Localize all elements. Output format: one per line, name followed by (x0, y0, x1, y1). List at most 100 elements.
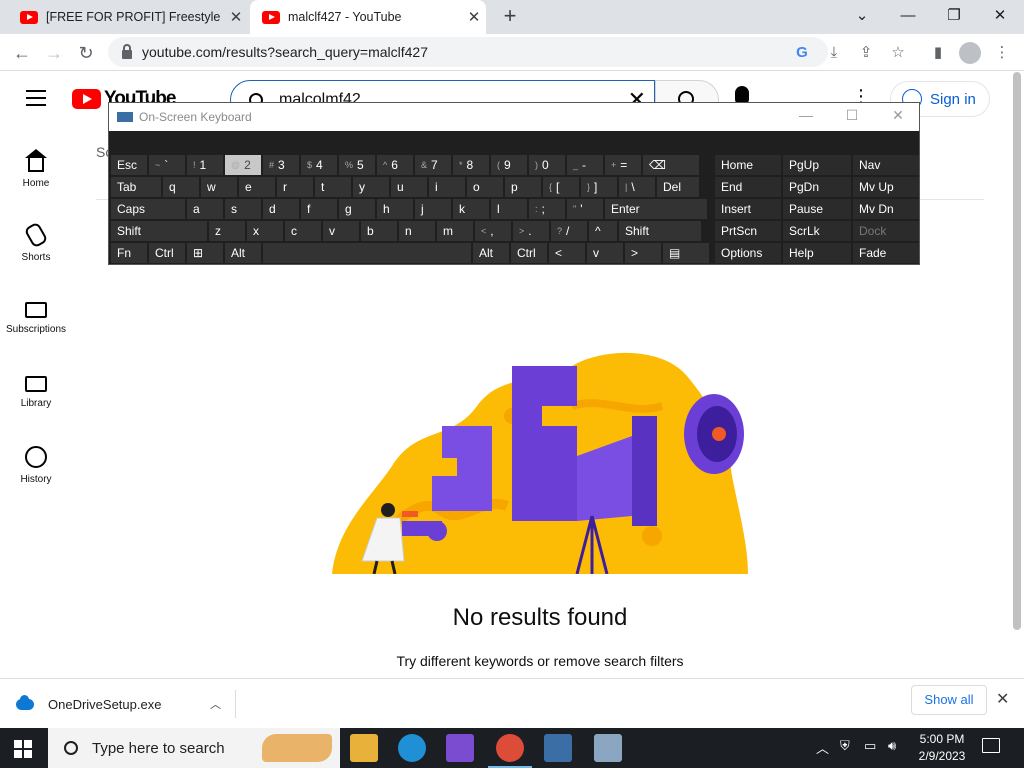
osk-key[interactable]: s (225, 199, 261, 219)
osk-nav-key[interactable]: Home (715, 155, 781, 175)
osk-key[interactable]: $4 (301, 155, 337, 175)
osk-nav-key[interactable]: PrtScn (715, 221, 781, 241)
osk-key[interactable]: ! 1 (187, 155, 223, 175)
osk-maximize-button[interactable]: ☐ (837, 107, 867, 127)
osk-nav-key[interactable]: PgDn (783, 177, 851, 197)
osk-key[interactable]: w (201, 177, 237, 197)
osk-key[interactable]: t (315, 177, 351, 197)
osk-nav-key[interactable]: Pause (783, 199, 851, 219)
restore-window-button[interactable]: ❐ (934, 2, 974, 30)
osk-key[interactable]: Ctrl (149, 243, 185, 263)
osk-key[interactable]: o (467, 177, 503, 197)
osk-key[interactable]: k (453, 199, 489, 219)
osk-key[interactable]: Alt (225, 243, 261, 263)
edge-browser-icon[interactable] (398, 734, 426, 762)
osk-nav-key[interactable]: Mv Dn (853, 199, 919, 219)
osk-key[interactable]: > (625, 243, 661, 263)
osk-key[interactable]: a (187, 199, 223, 219)
address-bar[interactable]: youtube.com/results?search_query=malclf4… (108, 37, 828, 67)
osk-key[interactable]: Caps (111, 199, 185, 219)
osk-key[interactable]: ) 0 (529, 155, 565, 175)
osk-key[interactable]: Ctrl (511, 243, 547, 263)
close-tab-icon[interactable]: ✕ (224, 8, 248, 26)
osk-key[interactable] (263, 243, 471, 263)
osk-key[interactable]: {[ (543, 177, 579, 197)
osk-nav-key[interactable]: Insert (715, 199, 781, 219)
osk-key[interactable]: Shift (111, 221, 207, 241)
guide-menu-icon[interactable] (26, 90, 46, 106)
show-all-button[interactable]: Show all (911, 685, 987, 715)
osk-key[interactable]: #3 (263, 155, 299, 175)
osk-key[interactable]: v (587, 243, 623, 263)
osk-key[interactable]: e (239, 177, 275, 197)
osk-nav-key[interactable]: Dock (853, 221, 919, 241)
osk-key[interactable]: v (323, 221, 359, 241)
chrome-taskbar-icon[interactable] (488, 734, 532, 768)
close-window-button[interactable]: ✕ (980, 2, 1020, 30)
share-icon[interactable]: ⇪ (854, 41, 878, 65)
osk-key[interactable]: ~ ` (149, 155, 185, 175)
osk-key[interactable]: <, (475, 221, 511, 241)
osk-key[interactable]: q (163, 177, 199, 197)
profile-icon[interactable] (958, 41, 982, 65)
osk-key[interactable]: Esc (111, 155, 147, 175)
tab-search-button[interactable]: ⌄ (842, 2, 882, 30)
osk-nav-key[interactable]: ScrLk (783, 221, 851, 241)
network-icon[interactable]: ▭ (864, 738, 876, 754)
osk-key[interactable]: Fn (111, 243, 147, 263)
osk-key[interactable]: Tab (111, 177, 161, 197)
osk-nav-key[interactable]: Fade (853, 243, 919, 263)
volume-icon[interactable]: 🔊︎ (888, 738, 896, 754)
osk-key[interactable]: + = (605, 155, 641, 175)
osk-key[interactable]: n (399, 221, 435, 241)
show-hidden-icons-chevron-icon[interactable]: ︿ (816, 738, 829, 757)
osk-key[interactable]: >. (513, 221, 549, 241)
osk-key[interactable]: x (247, 221, 283, 241)
osk-key[interactable]: | \ (619, 177, 655, 197)
osk-key[interactable]: ^ 6 (377, 155, 413, 175)
osk-key[interactable]: }] (581, 177, 617, 197)
osk-key[interactable]: z (209, 221, 245, 241)
tab-freestyle-beat[interactable]: [FREE FOR PROFIT] Freestyle Beat ✕ (8, 0, 248, 34)
osk-key[interactable]: ^ (589, 221, 617, 241)
osk-key[interactable]: d (263, 199, 299, 219)
taskbar-search-box[interactable]: Type here to search (48, 728, 340, 768)
osk-nav-key[interactable]: Mv Up (853, 177, 919, 197)
side-panel-icon[interactable]: ▮ (926, 41, 950, 65)
osk-key[interactable]: f (301, 199, 337, 219)
osk-close-button[interactable]: ✕ (883, 107, 913, 127)
osk-key[interactable]: j (415, 199, 451, 219)
guide-item-subscriptions[interactable]: Subscriptions (0, 298, 72, 335)
osk-key[interactable]: i (429, 177, 465, 197)
osk-key[interactable]: r (277, 177, 313, 197)
chrome-menu-icon[interactable]: ⋮ (990, 41, 1014, 65)
file-explorer-icon[interactable] (350, 734, 378, 762)
osk-nav-key[interactable]: Help (783, 243, 851, 263)
minimize-window-button[interactable]: — (888, 2, 928, 30)
guide-item-shorts[interactable]: Shorts (0, 221, 72, 263)
osk-key[interactable]: b (361, 221, 397, 241)
close-tab-icon[interactable]: ✕ (462, 8, 486, 26)
guide-item-library[interactable]: Library (0, 372, 72, 409)
osk-key[interactable]: y (353, 177, 389, 197)
osk-key[interactable]: Shift (619, 221, 701, 241)
osk-key[interactable]: ▤ (663, 243, 709, 263)
osk-title-bar[interactable]: On-Screen Keyboard — ☐ ✕ (109, 103, 919, 131)
osk-nav-key[interactable]: Nav (853, 155, 919, 175)
osk-key[interactable]: Del (657, 177, 699, 197)
osk-key[interactable]: l (491, 199, 527, 219)
app-window-icon[interactable] (594, 734, 622, 762)
osk-key[interactable]: Enter (605, 199, 707, 219)
visual-studio-icon[interactable] (446, 734, 474, 762)
chevron-up-icon[interactable]: ︿ (210, 696, 221, 712)
osk-key[interactable]: c (285, 221, 321, 241)
page-scrollbar[interactable] (1013, 72, 1021, 630)
new-tab-button[interactable]: + (498, 4, 522, 30)
reload-icon[interactable]: ↻ (72, 39, 100, 67)
forward-arrow-icon[interactable]: → (40, 39, 68, 67)
osk-key[interactable]: % 5 (339, 155, 375, 175)
google-lens-icon[interactable]: G (790, 41, 814, 65)
osk-key[interactable]: " ' (567, 199, 603, 219)
bookmark-star-icon[interactable]: ☆ (886, 41, 910, 65)
osk-key[interactable]: < (549, 243, 585, 263)
